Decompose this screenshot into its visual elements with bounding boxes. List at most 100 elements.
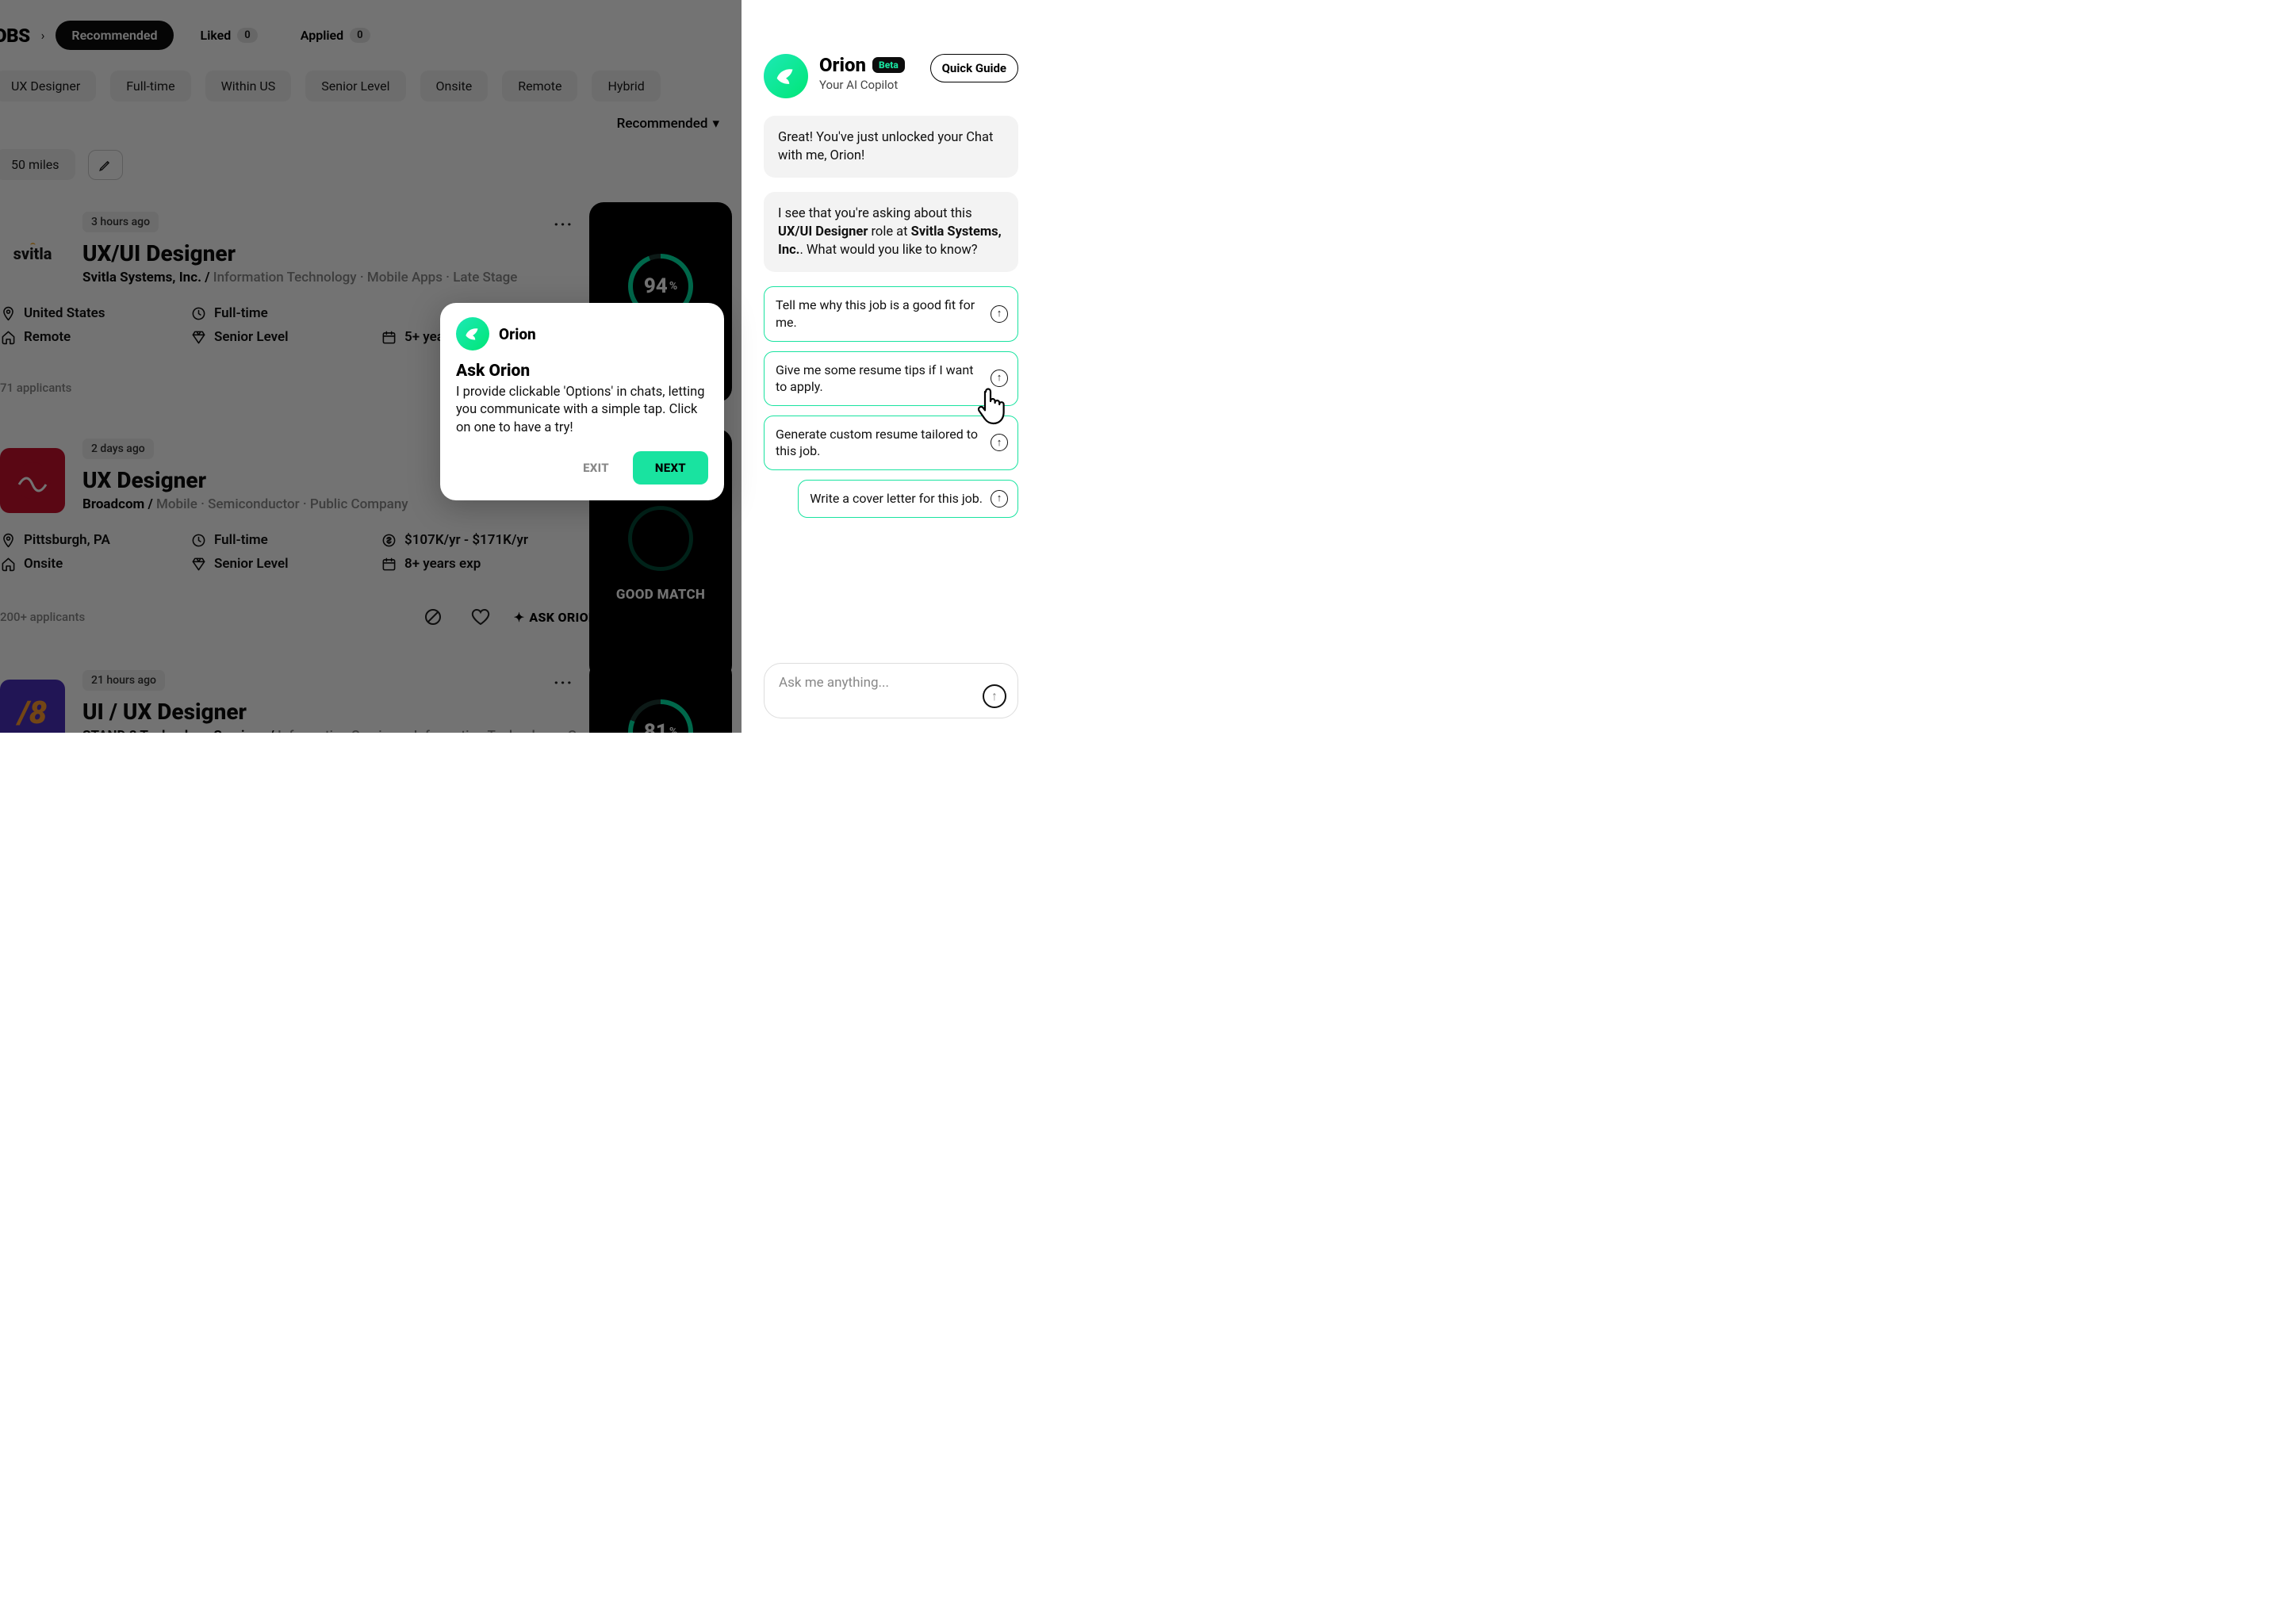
card-menu-button[interactable]: ··· [554, 673, 573, 692]
filter-chip[interactable]: Hybrid [592, 71, 660, 102]
ask-orion-button[interactable]: ✦ASK ORION [514, 610, 598, 625]
suggestion-option[interactable]: Tell me why this job is a good fit for m… [764, 286, 1018, 341]
match-score[interactable]: 81%GOOD MATCH [589, 661, 732, 733]
suggestion-text: Write a cover letter for this job. [810, 490, 983, 508]
nav-tab-applied[interactable]: Applied0 [285, 21, 386, 50]
job-info-item: United States [0, 305, 190, 321]
top-nav: OBS › Recommended Liked0 Applied0 [0, 0, 742, 71]
sparkle-icon: ✦ [514, 610, 525, 625]
posted-time: 2 days ago [82, 439, 154, 459]
calendar-icon [381, 329, 397, 345]
match-percent [632, 510, 689, 567]
chevron-right-icon: › [41, 28, 45, 43]
filter-chip[interactable]: Senior Level [305, 71, 405, 102]
job-info-item: Senior Level [190, 556, 381, 572]
company-name: Svitla Systems, Inc. / [82, 270, 210, 285]
quick-guide-button[interactable]: Quick Guide [930, 54, 1018, 82]
nav-tab-liked[interactable]: Liked0 [185, 21, 274, 50]
arrow-up-circle-icon: ↑ [991, 370, 1008, 387]
popover-body: I provide clickable 'Options' in chats, … [456, 384, 708, 437]
job-info-item: Full-time [190, 305, 381, 321]
suggestion-text: Generate custom resume tailored to this … [776, 427, 978, 459]
chat-message: Great! You've just unlocked your Chat wi… [764, 116, 1018, 178]
applicant-count: 71 applicants [0, 381, 71, 395]
job-info-item: Senior Level [190, 329, 381, 345]
clock-icon [190, 532, 206, 548]
company-meta: Information Services · Information Techn… [278, 728, 627, 733]
nav-tab-recommended[interactable]: Recommended [56, 21, 173, 50]
company-logo [0, 448, 65, 513]
level-icon [190, 329, 206, 345]
job-title: UX Designer [82, 467, 408, 493]
home-icon [0, 556, 16, 572]
company-name: Broadcom / [82, 496, 153, 512]
panel-title: Orion [819, 54, 866, 76]
count-badge: 0 [237, 28, 257, 43]
suggestion-text: Give me some resume tips if I want to ap… [776, 362, 973, 395]
job-info-item: Pittsburgh, PA [0, 532, 190, 548]
company-logo: svi⌢tla [0, 221, 65, 286]
job-info-item: Onsite [0, 556, 190, 572]
orion-side-panel: Orion Beta Your AI Copilot Quick Guide G… [742, 0, 1028, 733]
job-info-item: $107K/yr - $171K/yr [381, 532, 571, 548]
chat-message: I see that you're asking about this UX/U… [764, 192, 1018, 272]
filter-chip[interactable]: Full-time [110, 71, 190, 102]
beta-badge: Beta [872, 57, 905, 73]
location-icon [0, 532, 16, 548]
card-menu-button[interactable]: ··· [554, 215, 573, 234]
calendar-icon [381, 556, 397, 572]
sort-dropdown[interactable]: Recommended ▾ [617, 116, 719, 132]
location-icon [0, 305, 16, 321]
match-percent: 81% [628, 699, 693, 733]
job-info-item: Remote [0, 329, 190, 345]
distance-chip[interactable]: 50 miles [0, 149, 75, 180]
suggestion-text: Tell me why this job is a good fit for m… [776, 297, 975, 330]
dismiss-button[interactable] [419, 603, 447, 631]
arrow-up-circle-icon: ↑ [991, 434, 1008, 451]
job-card[interactable]: /8 21 hours ago UI / UX Designer STAND 8 Te… [0, 661, 742, 733]
orion-avatar-large-icon [764, 54, 808, 98]
caret-down-icon: ▾ [712, 116, 719, 132]
popover-brand: Orion [499, 325, 536, 343]
filter-chip[interactable]: Within US [205, 71, 292, 102]
company-meta: Information Technology · Mobile Apps · L… [213, 270, 518, 285]
suggestion-option[interactable]: Write a cover letter for this job. ↑ [798, 480, 1018, 518]
company-meta: Mobile · Semiconductor · Public Company [156, 496, 408, 512]
job-info-item: Full-time [190, 532, 381, 548]
next-button[interactable]: NEXT [633, 451, 708, 485]
match-label: GOOD MATCH [616, 587, 705, 603]
popover-title: Ask Orion [456, 362, 708, 381]
job-title: UI / UX Designer [82, 699, 627, 725]
arrow-up-icon: ↑ [991, 688, 998, 704]
company-logo: /8 [0, 680, 65, 733]
input-placeholder: Ask me anything... [779, 675, 889, 691]
panel-subtitle: Your AI Copilot [819, 78, 905, 92]
filter-row-2: 50 miles [0, 146, 742, 194]
orion-avatar-icon [456, 317, 489, 350]
clock-icon [190, 305, 206, 321]
job-title: UX/UI Designer [82, 240, 517, 266]
exit-button[interactable]: EXIT [567, 451, 625, 485]
arrow-up-circle-icon: ↑ [991, 490, 1008, 508]
filter-row: UX Designer Full-time Within US Senior Leve… [0, 71, 742, 146]
money-icon [381, 532, 397, 548]
pencil-icon [98, 158, 113, 172]
filter-chip[interactable]: Onsite [420, 71, 489, 102]
posted-time: 3 hours ago [82, 212, 159, 232]
count-badge: 0 [350, 28, 370, 43]
chat-input[interactable]: Ask me anything... ↑ [764, 663, 1018, 718]
send-button[interactable]: ↑ [983, 684, 1006, 708]
applicant-count: 200+ applicants [0, 610, 85, 624]
pointer-hand-icon [974, 387, 1007, 425]
posted-time: 21 hours ago [82, 670, 165, 691]
arrow-up-circle-icon: ↑ [991, 305, 1008, 323]
sort-label: Recommended [617, 116, 708, 132]
filter-chip[interactable]: UX Designer [0, 71, 96, 102]
home-icon [0, 329, 16, 345]
company-name: STAND 8 Technology Services / [82, 728, 274, 733]
brand-logo: OBS [0, 25, 30, 47]
like-button[interactable] [466, 603, 495, 631]
edit-filters-button[interactable] [88, 150, 123, 180]
ask-orion-popover: Orion Ask Orion I provide clickable 'Opt… [440, 303, 724, 500]
filter-chip[interactable]: Remote [502, 71, 577, 102]
